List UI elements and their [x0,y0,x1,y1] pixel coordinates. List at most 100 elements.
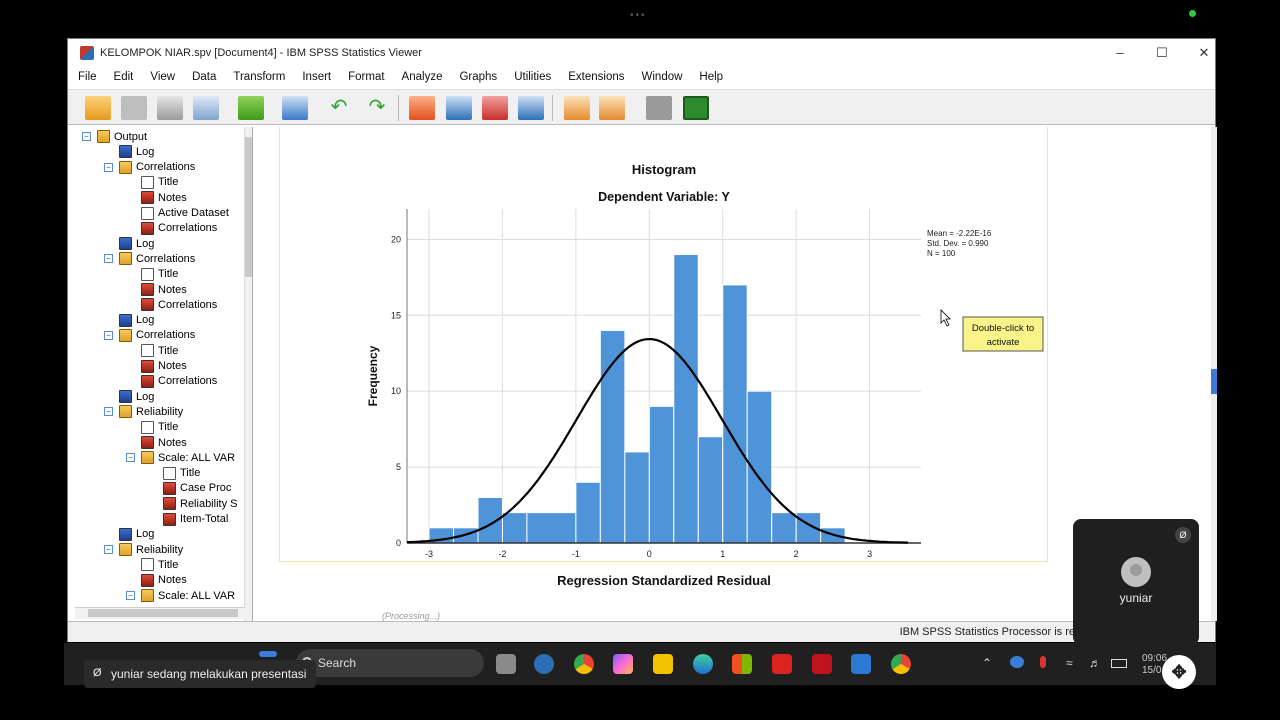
file-explorer-icon[interactable] [653,654,673,674]
menu-window[interactable]: Window [642,71,683,83]
collapse-toggle-icon[interactable]: − [82,132,91,141]
outline-item[interactable]: Notes [126,190,187,205]
menu-transform[interactable]: Transform [233,71,285,83]
goto-variable-icon[interactable] [446,96,472,120]
expand-icon[interactable]: ✥ [1162,655,1196,689]
menu-edit[interactable]: Edit [114,71,134,83]
volume-icon[interactable]: ♬ [1089,656,1101,670]
tray-chevron-icon[interactable]: ⌃ [982,656,992,670]
maximize-button[interactable]: ☐ [1141,39,1183,66]
menu-utilities[interactable]: Utilities [514,71,551,83]
menu-data[interactable]: Data [192,71,216,83]
content-scroll-thumb[interactable] [1211,369,1217,394]
outline-item[interactable]: Reliability S [148,496,237,511]
collapse-toggle-icon[interactable]: − [104,545,113,555]
outline-item[interactable]: − Reliability [104,542,183,557]
outline-item[interactable]: − Reliability [104,404,183,419]
participant-tile[interactable]: Ø yuniar [1073,519,1199,645]
histogram-chart[interactable]: -3 -2 -1 0 1 2 3 0 5 10 15 20 Histogram Dependent Var… [257,127,1209,621]
collapse-toggle-icon[interactable]: − [126,453,135,463]
note-icon [141,420,154,434]
outline-item[interactable]: − Correlations [104,160,195,175]
outline-item[interactable]: Title [126,343,178,358]
designate-window-icon[interactable] [599,96,625,120]
outline-item[interactable]: Title [126,557,178,572]
outline-item[interactable]: Title [148,466,200,481]
wifi-icon[interactable]: ≈ [1066,656,1073,670]
menu-help[interactable]: Help [699,71,723,83]
outline-item[interactable]: Title [126,175,178,190]
collapse-toggle-icon[interactable]: − [104,162,113,172]
outline-item[interactable]: Item-Total [148,512,228,527]
outline-item[interactable]: Log [104,236,154,251]
menu-analyze[interactable]: Analyze [402,71,443,83]
edge-icon[interactable] [693,654,713,674]
outline-item[interactable]: Log [104,313,154,328]
histogram-bar [526,512,577,544]
outline-item[interactable]: Active Dataset [126,206,229,221]
add-icon[interactable] [683,96,709,120]
menu-file[interactable]: File [78,71,97,83]
app-icon[interactable] [851,654,871,674]
collapse-toggle-icon[interactable]: − [126,591,135,600]
outline-item[interactable]: − Correlations [104,328,195,343]
menu-insert[interactable]: Insert [302,71,331,83]
participant-mic-off-icon: Ø [1175,527,1191,543]
outline-item[interactable]: Log [104,144,154,159]
chrome-profile-icon[interactable] [891,654,911,674]
insert-variable-icon[interactable] [518,96,544,120]
outline-item[interactable]: Correlations [126,374,217,389]
menu-extensions[interactable]: Extensions [568,71,624,83]
print-icon[interactable] [157,96,183,120]
insert-cases-icon[interactable] [482,96,508,120]
onedrive-icon[interactable] [1010,656,1024,668]
outline-item[interactable]: Log [104,389,154,404]
spss-taskbar-icon[interactable] [534,654,554,674]
menu-view[interactable]: View [150,71,175,83]
recall-dialog-icon[interactable] [282,96,308,120]
outline-item[interactable]: − Scale: ALL VAR [126,588,235,603]
outline-item[interactable]: Correlations [126,221,217,236]
outline-item[interactable]: Notes [126,282,187,297]
outline-item[interactable]: Log [104,527,154,542]
collapse-toggle-icon[interactable]: − [104,330,113,340]
menu-format[interactable]: Format [348,71,384,83]
menu-graphs[interactable]: Graphs [459,71,497,83]
outline-item[interactable]: − Output [82,129,147,144]
outline-item[interactable]: − Scale: ALL VAR [126,450,235,465]
collapse-toggle-icon[interactable]: − [104,254,113,264]
microphone-icon[interactable] [1040,656,1046,668]
outline-scroll-thumb[interactable] [245,137,252,277]
outline-item[interactable]: Title [126,420,178,435]
redo-icon[interactable]: ↷ [364,96,390,120]
close-button[interactable]: ✕ [1183,39,1225,66]
outline-item[interactable]: Case Proc [148,481,231,496]
outline-item[interactable]: Notes [126,359,187,374]
widgets-icon[interactable] [259,651,277,657]
save-icon[interactable] [121,96,147,120]
outline-hscroll-thumb[interactable] [88,609,238,617]
mcafee-icon[interactable] [812,654,832,674]
collapse-toggle-icon[interactable]: − [104,407,113,417]
battery-icon[interactable] [1111,659,1127,668]
print-preview-icon[interactable] [193,96,219,120]
undo-icon[interactable]: ↶ [326,96,352,120]
chrome-icon[interactable] [574,654,594,674]
edit-icon[interactable] [564,96,590,120]
stats-text: N = 100 [927,249,956,258]
outline-item[interactable]: Notes [126,435,187,450]
minimize-button[interactable]: – [1099,39,1141,66]
goto-case-icon[interactable] [409,96,435,120]
task-view-icon[interactable] [496,654,516,674]
y-axis-label: Frequency [366,345,380,406]
outline-item[interactable]: Correlations [126,297,217,312]
copilot-icon[interactable] [613,654,633,674]
outline-item[interactable]: Title [126,267,178,282]
store-icon[interactable] [732,654,752,674]
open-icon[interactable] [85,96,111,120]
lenovo-icon[interactable] [772,654,792,674]
outline-item[interactable]: Notes [126,573,187,588]
taskbar-search[interactable]: Search [296,649,484,677]
export-icon[interactable] [238,96,264,120]
outline-item[interactable]: − Correlations [104,251,195,266]
